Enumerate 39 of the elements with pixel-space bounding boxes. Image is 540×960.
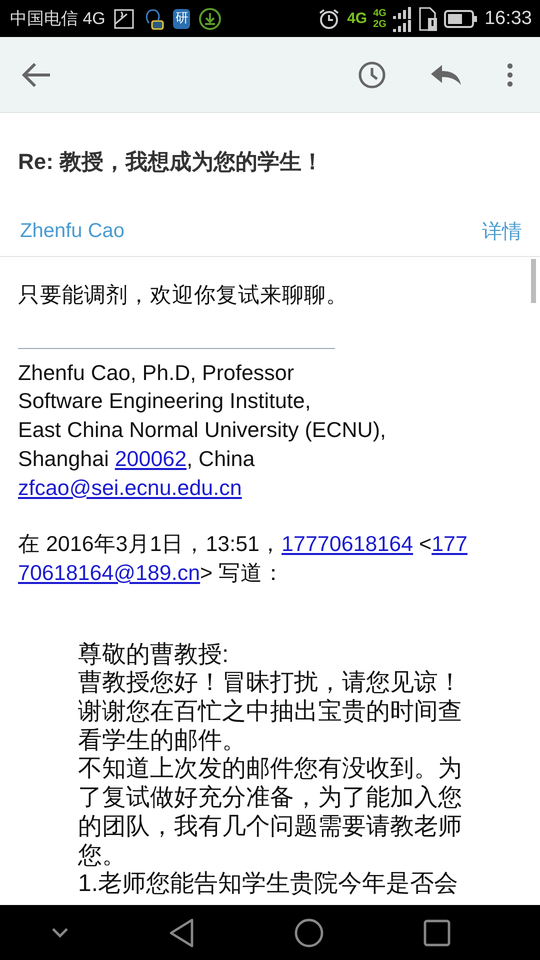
home-circle-icon[interactable] (294, 918, 324, 948)
quoted-paragraph: 尊敬的曹教授: (78, 640, 230, 670)
network-label: 4G (347, 10, 368, 27)
clock-time: 16:33 (484, 8, 532, 30)
quoted-paragraph: 曹教授您好！冒昧打扰，请您见谅！谢谢您在百忙之中抽出宝贵的时间查看学生的邮件。 (78, 669, 463, 756)
quote-attribution: 70618164@189.cn> 写道： (18, 560, 286, 587)
image-icon (113, 8, 136, 30)
reply-text: 只要能调剂，欢迎你复试来聊聊。 (18, 282, 349, 309)
signature-line: Software Engineering Institute, (18, 388, 312, 416)
reply-icon[interactable] (430, 62, 462, 86)
signature-line: East China Normal University (ECNU), (18, 417, 387, 444)
download-icon (198, 6, 222, 30)
quoted-paragraph: 不知道上次发的邮件您有没收到。为了复试做好充分准备，为了能加入您的团队，我有几个问题需要请教老师您。 (78, 755, 463, 870)
sim-card-icon (418, 6, 438, 32)
clock-icon[interactable] (358, 60, 386, 88)
phone-link[interactable]: 17770618164 (282, 532, 414, 556)
postcode-link[interactable]: 200062 (114, 446, 187, 471)
signature-line: Zhenfu Cao, Ph.D, Professor (18, 360, 296, 387)
app-icon: 研 (173, 8, 190, 28)
scrollbar (531, 259, 536, 303)
signature-line: Shanghai 200062, China (18, 446, 256, 473)
battery-icon (444, 8, 478, 28)
signal-icon (392, 6, 412, 32)
email-link[interactable]: zfcao@sei.ecnu.edu.cn (18, 476, 242, 500)
chat-icon (143, 6, 166, 30)
quote-attribution: 在 2016年3月1日，13:51，17770618164 <177 (18, 531, 468, 558)
quoted-paragraph: 1.老师您能告知学生贵院今年是否会 (78, 870, 460, 899)
back-triangle-icon[interactable] (168, 918, 194, 948)
carrier-name: 中国电信 4G (10, 8, 106, 30)
email-subject: Re: 教授，我想成为您的学生！ (17, 148, 325, 176)
chevron-down-icon[interactable] (50, 926, 70, 940)
more-icon[interactable] (506, 62, 514, 88)
alarm-icon (317, 6, 342, 30)
recents-square-icon[interactable] (422, 918, 450, 946)
email-link[interactable]: 70618164@189.cn (18, 560, 200, 585)
email-link[interactable]: 177 (432, 532, 468, 556)
back-icon[interactable] (22, 62, 52, 88)
sim-label: 4G (373, 8, 386, 18)
sim-label: 2G (373, 18, 386, 30)
